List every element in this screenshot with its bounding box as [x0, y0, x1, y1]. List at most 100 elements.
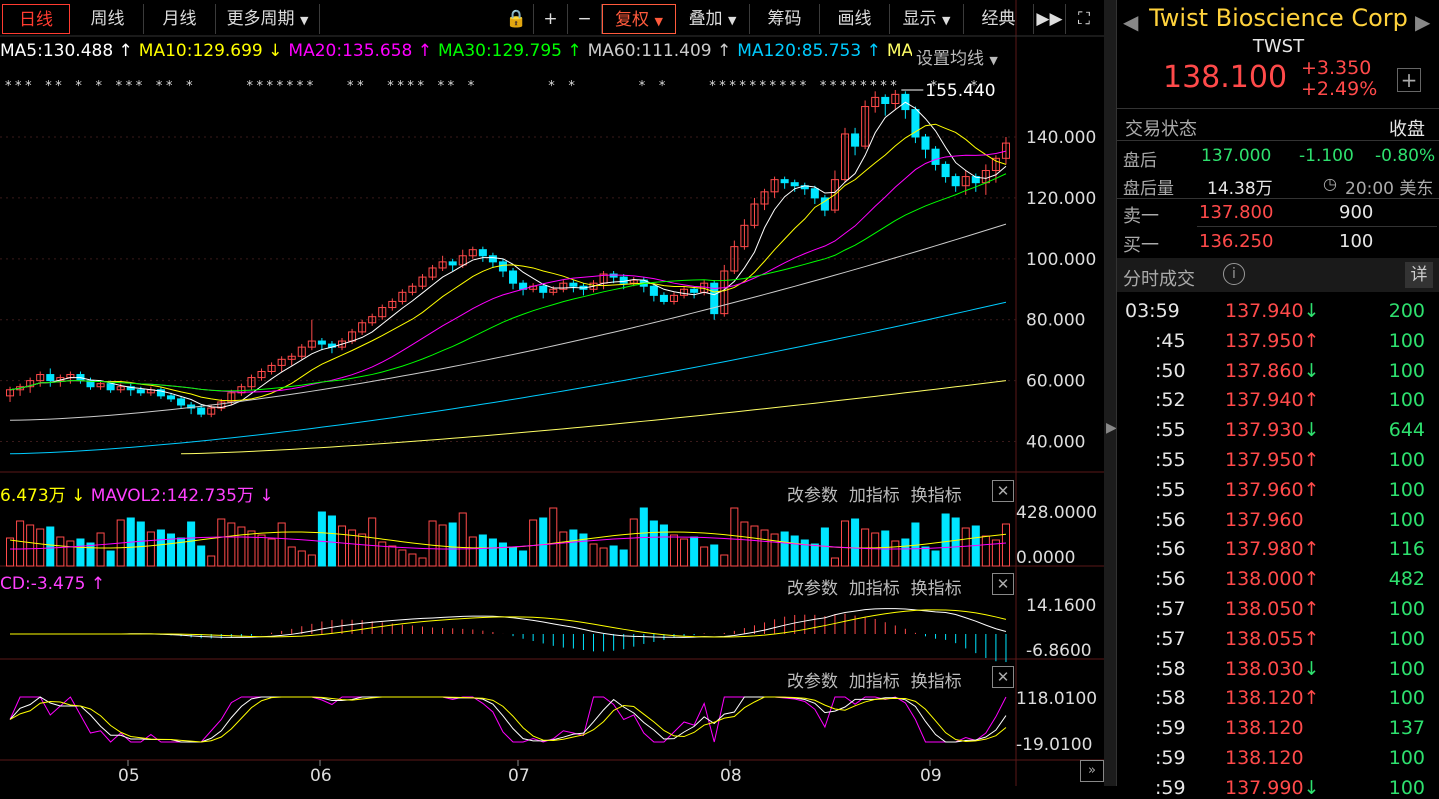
- volume-bar: [649, 520, 658, 567]
- info-icon[interactable]: i: [1223, 263, 1245, 285]
- trade-time: :59: [1155, 717, 1186, 740]
- macd-panel-actions: 改参数 加指标 换指标: [787, 574, 962, 599]
- volume-bar: [730, 507, 739, 567]
- trade-time: :45: [1155, 329, 1186, 352]
- trade-volume: 100: [1388, 598, 1425, 620]
- event-marker: *: [548, 79, 555, 94]
- arrow-up-icon: ↑: [1303, 329, 1320, 352]
- volume-bar: [197, 545, 206, 567]
- stock-name: Twist Bioscience Corp: [1149, 4, 1408, 32]
- volume-bar: [257, 534, 266, 567]
- detail-button[interactable]: 详: [1405, 262, 1433, 288]
- trade-price: 137.860↓: [1225, 360, 1335, 382]
- close-icon[interactable]: ✕: [992, 573, 1014, 595]
- event-marker: *: [438, 79, 445, 94]
- volume-bar: [1001, 523, 1010, 567]
- add-indicator-button[interactable]: 加指标: [849, 672, 900, 692]
- event-marker: *: [166, 79, 173, 94]
- close-icon[interactable]: ✕: [992, 666, 1014, 688]
- volume-bar: [16, 520, 25, 567]
- ma-line: [10, 301, 1007, 455]
- arrow-up-icon: ↑: [1303, 449, 1320, 471]
- trade-price: 138.120↑: [1225, 687, 1335, 709]
- trade-volume: 100: [1388, 627, 1425, 650]
- volume-bar: [710, 544, 719, 567]
- candle-body: [690, 288, 699, 293]
- volume-bar: [468, 536, 477, 567]
- macd-value: CD:-3.475: [0, 574, 86, 594]
- event-marker: *: [15, 79, 22, 94]
- candle-body: [539, 285, 548, 293]
- event-marker: *: [25, 79, 32, 94]
- ask-price: 137.800: [1199, 202, 1274, 223]
- trade-price: 138.120: [1225, 747, 1304, 769]
- volume-bar: [750, 525, 759, 567]
- volume-bar: [368, 517, 377, 567]
- volume-bar: [961, 527, 970, 567]
- trade-price-value: 137.930: [1225, 419, 1304, 442]
- trade-volume: 644: [1388, 419, 1425, 442]
- trade-volume: 100: [1388, 687, 1425, 710]
- separator: [1117, 140, 1439, 141]
- trade-time: :52: [1155, 389, 1186, 412]
- event-marker: *: [126, 79, 133, 94]
- y-tick-label: 100.000: [1026, 250, 1096, 270]
- candle-body: [166, 395, 176, 400]
- ticks-title: 分时成交: [1123, 269, 1195, 290]
- volume-bar: [277, 522, 286, 567]
- edit-params-button[interactable]: 改参数: [787, 579, 838, 599]
- volume-bar: [519, 550, 528, 567]
- trade-time: :58: [1155, 657, 1186, 680]
- swap-indicator-button[interactable]: 换指标: [911, 579, 962, 599]
- osc-line: [9, 696, 1007, 743]
- prev-stock-icon[interactable]: ◀: [1123, 10, 1143, 34]
- add-watchlist-icon[interactable]: +: [1397, 68, 1421, 92]
- trade-time: :50: [1155, 359, 1186, 382]
- close-icon[interactable]: ✕: [992, 480, 1014, 502]
- next-stock-icon[interactable]: ▶: [1415, 10, 1435, 34]
- osc-tick-label: -19.0100: [1016, 735, 1092, 755]
- event-marker: *: [397, 79, 404, 94]
- volume-bar: [830, 557, 839, 567]
- swap-indicator-button[interactable]: 换指标: [911, 672, 962, 692]
- x-tick-label: 08: [720, 766, 742, 786]
- trade-volume: 100: [1388, 747, 1425, 769]
- separator: [1117, 198, 1439, 199]
- market-time: 20:00 美东: [1345, 179, 1434, 199]
- vol-tick-label: 428.0000: [1016, 503, 1097, 523]
- status-value: 收盘: [1389, 119, 1425, 140]
- add-indicator-button[interactable]: 加指标: [849, 579, 900, 599]
- swap-indicator-button[interactable]: 换指标: [911, 486, 962, 506]
- volume-bar: [66, 540, 75, 567]
- volume-bar: [458, 512, 467, 567]
- volume-bar: [136, 521, 145, 567]
- panel-divider[interactable]: ▶: [1104, 0, 1117, 786]
- trade-time: :56: [1155, 508, 1186, 531]
- bid-label: 买一: [1123, 235, 1159, 256]
- event-marker: *: [659, 79, 666, 94]
- trade-price: 138.055↑: [1225, 628, 1335, 650]
- scroll-right-icon[interactable]: »: [1080, 760, 1104, 782]
- volume-bar: [901, 538, 910, 567]
- volume-bar: [327, 515, 336, 567]
- after-hours-price: 137.000: [1201, 146, 1272, 166]
- macd-dea-line: [10, 609, 1007, 638]
- price-change: +3.350: [1301, 57, 1372, 79]
- volume-bar: [690, 536, 699, 567]
- vol-tick-label: 0.0000: [1016, 548, 1075, 568]
- volume-bar: [871, 532, 880, 567]
- add-indicator-button[interactable]: 加指标: [849, 486, 900, 506]
- event-marker: *: [246, 79, 253, 94]
- arrow-up-icon: ↑: [1303, 389, 1320, 412]
- candle-body: [659, 294, 668, 302]
- edit-params-button[interactable]: 改参数: [787, 672, 838, 692]
- volume-bar: [770, 533, 779, 567]
- volume-bar: [358, 533, 367, 567]
- volume-bar: [669, 534, 679, 567]
- y-tick-label: 80.000: [1026, 311, 1085, 331]
- trade-time: :57: [1155, 598, 1186, 620]
- event-marker: *: [780, 79, 787, 94]
- trade-price-value: 138.030: [1225, 657, 1304, 680]
- trade-volume: 100: [1388, 508, 1425, 531]
- edit-params-button[interactable]: 改参数: [787, 486, 838, 506]
